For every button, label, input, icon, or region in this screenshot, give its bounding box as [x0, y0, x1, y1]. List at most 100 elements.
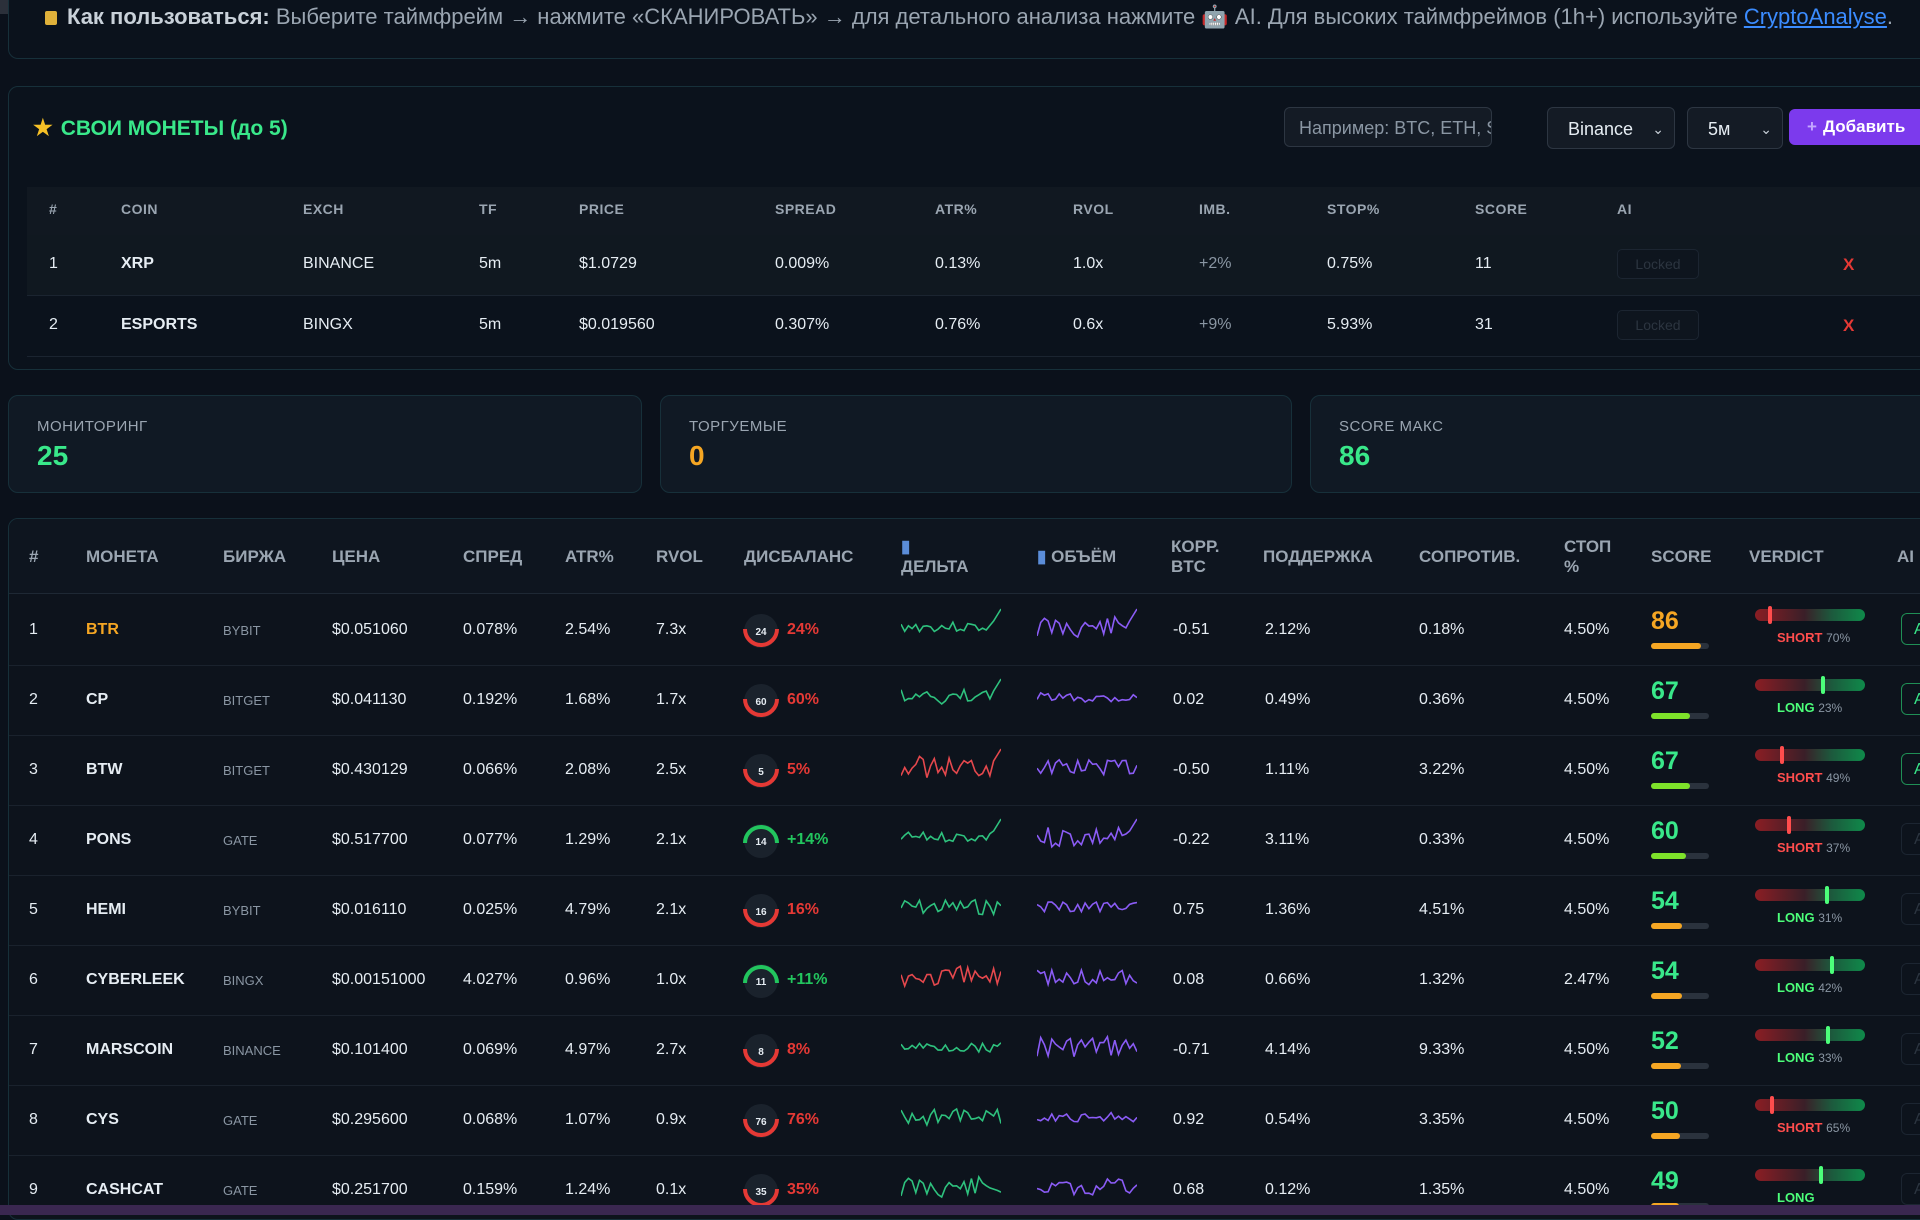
cell-stop: 4.50%: [1564, 1181, 1610, 1198]
cell-atr: 2.54%: [565, 621, 611, 638]
cell-coin[interactable]: CASHCAT: [86, 1181, 163, 1199]
coin-row[interactable]: 6 CYBERLEEK BINGX $0.00151000 4.027% 0.96% 1.0…: [9, 945, 1920, 1016]
coin-row[interactable]: 3 BTW BITGET $0.430129 0.066% 2.08% 2.5x -0.50 1…: [9, 735, 1920, 806]
usage-hint-end: .: [1886, 4, 1894, 29]
col-score[interactable]: SCORE: [1651, 547, 1711, 567]
cell-coin[interactable]: HEMI: [86, 901, 126, 919]
cell-spread: 0.159%: [463, 1181, 518, 1198]
cell-spread: 0.192%: [463, 691, 518, 708]
gauge-value: 60: [755, 697, 767, 708]
score-bar: [1651, 853, 1709, 859]
col-verdict[interactable]: VERDICT: [1749, 547, 1824, 567]
gauge-value: 11: [756, 977, 767, 988]
coin-row[interactable]: 1 BTR BYBIT $0.051060 0.078% 2.54% 7.3x -0.51 2.…: [9, 595, 1920, 666]
verdict-bar: [1755, 1096, 1865, 1114]
ai-analyze-button[interactable]: A: [1901, 893, 1920, 925]
col-imbalance[interactable]: ДИСБАЛАНС: [744, 547, 853, 567]
cell-coin[interactable]: CYBERLEEK: [86, 971, 185, 989]
custom-table-header: # COIN EXCH TF PRICE SPREAD ATR% RVOL IM…: [27, 187, 1920, 235]
score-value: 67: [1651, 747, 1679, 775]
cell-rvol: 1.7x: [656, 691, 687, 708]
ai-analyze-button[interactable]: A: [1901, 753, 1920, 785]
cell-corr: 0.75: [1173, 901, 1205, 918]
custom-cell-imb: +2%: [1199, 255, 1232, 272]
cell-coin[interactable]: MARSCOIN: [86, 1041, 173, 1059]
cell-price: $0.295600: [332, 1111, 408, 1128]
col-atr[interactable]: ATR%: [565, 547, 614, 567]
cell-resist: 1.32%: [1419, 971, 1465, 988]
ai-analyze-button[interactable]: A: [1901, 823, 1920, 855]
coin-search-input[interactable]: Например: BTC, ETH, SOL: [1284, 107, 1492, 147]
cell-coin[interactable]: BTR: [86, 621, 119, 639]
col-delta[interactable]: ▮ ДЕЛЬТА: [901, 537, 968, 577]
ai-analyze-button[interactable]: A: [1901, 1173, 1920, 1205]
ai-analyze-button[interactable]: A: [1901, 963, 1920, 995]
cell-price: $0.00151000: [332, 971, 426, 988]
col-corr-btc[interactable]: КОРР. BTC: [1171, 537, 1219, 577]
imbalance-gauge: 11: [743, 964, 779, 998]
stat-value: 25: [37, 440, 69, 471]
col-support[interactable]: ПОДДЕРЖКА: [1263, 547, 1373, 567]
col-number: #: [49, 201, 58, 217]
usage-hint-panel: Как пользоваться: Выберите таймфрейм → н…: [8, 0, 1920, 59]
col-coin[interactable]: МОНЕТА: [86, 547, 159, 567]
ai-analyze-button[interactable]: A: [1901, 1033, 1920, 1065]
cell-support: 1.36%: [1265, 901, 1311, 918]
cell-corr: 0.02: [1173, 691, 1205, 708]
col-resistance[interactable]: СОПРОТИВ.: [1419, 547, 1520, 567]
verdict-marker: [1826, 1026, 1830, 1044]
add-coin-button[interactable]: + Добавить: [1789, 109, 1920, 145]
ai-locked-button[interactable]: Locked: [1617, 249, 1699, 279]
exchange-select[interactable]: Binance ⌄: [1547, 107, 1675, 149]
imbalance-percent: 35%: [787, 1181, 820, 1198]
cell-n: 2: [29, 691, 38, 708]
col-rvol[interactable]: RVOL: [656, 547, 703, 567]
coin-row[interactable]: 8 CYS GATE $0.295600 0.068% 1.07% 0.9x 0.92 0.54…: [9, 1085, 1920, 1156]
ai-analyze-button[interactable]: A: [1901, 683, 1920, 715]
col-delta-label: ДЕЛЬТА: [901, 557, 969, 576]
cell-corr: -0.51: [1173, 621, 1210, 638]
cell-n: 1: [29, 621, 38, 638]
crypto-analyse-link[interactable]: CryptoAnalyse: [1744, 4, 1887, 29]
cell-coin[interactable]: BTW: [86, 761, 122, 779]
coin-row[interactable]: 2 CP BITGET $0.041130 0.192% 1.68% 1.7x 0.02 0.4…: [9, 665, 1920, 736]
ai-locked-button[interactable]: Locked: [1617, 310, 1699, 340]
cell-exch: BINANCE: [223, 1043, 281, 1058]
chevron-down-icon: ⌄: [1760, 121, 1772, 137]
score-bar-fill: [1651, 1133, 1680, 1139]
cell-coin[interactable]: CP: [86, 691, 108, 709]
coin-row[interactable]: 7 MARSCOIN BINANCE $0.101400 0.069% 4.97% 2.7x…: [9, 1015, 1920, 1086]
col-exchange[interactable]: БИРЖА: [223, 547, 286, 567]
chart-icon: ▮: [1037, 547, 1047, 566]
cell-stop: 4.50%: [1564, 831, 1610, 848]
remove-coin-button[interactable]: X: [1843, 255, 1854, 275]
verdict-marker: [1819, 1166, 1823, 1184]
cell-rvol: 2.1x: [656, 901, 687, 918]
usage-hint-bold: Как пользоваться:: [67, 4, 270, 29]
coin-row[interactable]: 5 HEMI BYBIT $0.016110 0.025% 4.79% 2.1x 0.75 1.…: [9, 875, 1920, 946]
cell-n: 3: [29, 761, 38, 778]
col-volume[interactable]: ▮ ОБЪЁМ: [1037, 547, 1116, 567]
ai-analyze-button[interactable]: A: [1901, 1103, 1920, 1135]
ai-analyze-button[interactable]: A: [1901, 613, 1920, 645]
timeframe-select[interactable]: 5м ⌄: [1687, 107, 1783, 149]
add-coin-label: Добавить: [1822, 117, 1906, 136]
cell-coin[interactable]: CYS: [86, 1111, 119, 1129]
cell-coin[interactable]: PONS: [86, 831, 131, 849]
col-stop[interactable]: СТОП%: [1564, 537, 1611, 577]
col-corr-line2: BTC: [1171, 557, 1206, 576]
col-price[interactable]: ЦЕНА: [332, 547, 380, 567]
cell-corr: -0.22: [1173, 831, 1210, 848]
cell-support: 2.12%: [1265, 621, 1311, 638]
custom-cell-stop: 0.75%: [1327, 255, 1373, 272]
col-spread[interactable]: СПРЕД: [463, 547, 522, 567]
cell-rvol: 0.1x: [656, 1181, 687, 1198]
gauge-value: 24: [755, 627, 767, 638]
coin-row[interactable]: 4 PONS GATE $0.517700 0.077% 1.29% 2.1x -0.22 3.…: [9, 805, 1920, 876]
score-bar: [1651, 993, 1709, 999]
custom-cell-n: 2: [49, 316, 58, 333]
score-bar: [1651, 1133, 1709, 1139]
remove-coin-button[interactable]: X: [1843, 316, 1854, 336]
col-score: SCORE: [1475, 201, 1528, 217]
delta-sparkline: [901, 818, 1001, 843]
